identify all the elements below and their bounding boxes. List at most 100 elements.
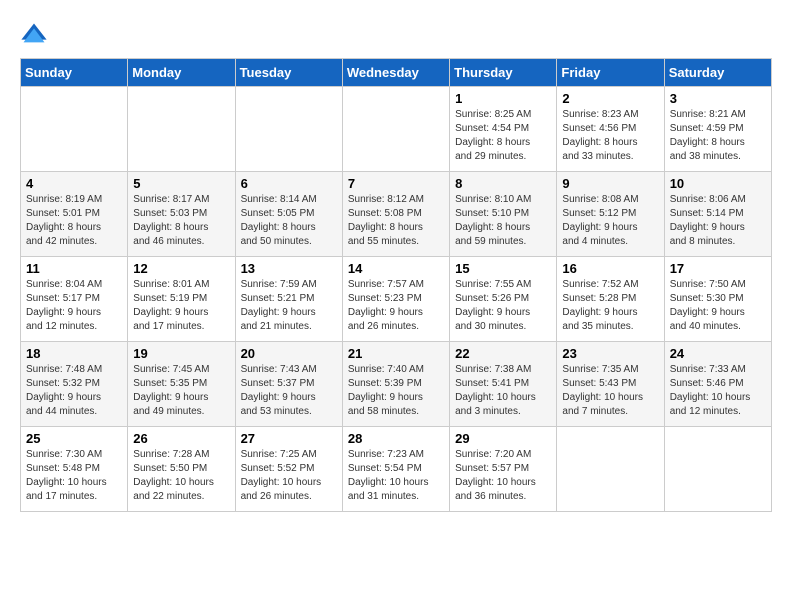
day-number: 9: [562, 176, 658, 191]
calendar-cell: [664, 427, 771, 512]
calendar-cell: 15Sunrise: 7:55 AM Sunset: 5:26 PM Dayli…: [450, 257, 557, 342]
calendar-cell: 22Sunrise: 7:38 AM Sunset: 5:41 PM Dayli…: [450, 342, 557, 427]
calendar-week-row: 18 Sunrise: 7:48 AM Sunset: 5:32 PM Dayli…: [21, 342, 772, 427]
calendar-cell: 12 Sunrise: 8:01 AM Sunset: 5:19 PM Dayli…: [128, 257, 235, 342]
day-number: 15: [455, 261, 551, 276]
calendar-cell: 19 Sunrise: 7:45 AM Sunset: 5:35 PM Dayli…: [128, 342, 235, 427]
calendar-cell: 25Sunrise: 7:30 AM Sunset: 5:48 PM Dayli…: [21, 427, 128, 512]
day-number: 19: [133, 346, 229, 361]
calendar-cell: [128, 87, 235, 172]
calendar-cell: 26 Sunrise: 7:28 AM Sunset: 5:50 PM Dayli…: [128, 427, 235, 512]
day-number: 10: [670, 176, 766, 191]
day-number: 20: [241, 346, 337, 361]
day-info: Sunrise: 7:40 AM Sunset: 5:39 PM Dayligh…: [348, 363, 444, 419]
calendar-cell: 24 Sunrise: 7:33 AM Sunset: 5:46 PM Dayli…: [664, 342, 771, 427]
day-info: Sunrise: 7:33 AM Sunset: 5:46 PM Dayligh…: [670, 363, 766, 419]
day-number: 26: [133, 431, 229, 446]
day-number: 4: [26, 176, 122, 191]
calendar-cell: 17 Sunrise: 7:50 AM Sunset: 5:30 PM Dayli…: [664, 257, 771, 342]
day-info: Sunrise: 8:04 AM Sunset: 5:17 PM Dayligh…: [26, 278, 122, 334]
calendar-week-row: 4 Sunrise: 8:19 AM Sunset: 5:01 PM Daylig…: [21, 172, 772, 257]
day-number: 14: [348, 261, 444, 276]
calendar-cell: [557, 427, 664, 512]
calendar-cell: 4 Sunrise: 8:19 AM Sunset: 5:01 PM Daylig…: [21, 172, 128, 257]
day-info: Sunrise: 8:19 AM Sunset: 5:01 PM Dayligh…: [26, 193, 122, 249]
day-info: Sunrise: 7:45 AM Sunset: 5:35 PM Dayligh…: [133, 363, 229, 419]
calendar-cell: 29 Sunrise: 7:20 AM Sunset: 5:57 PM Dayli…: [450, 427, 557, 512]
day-number: 12: [133, 261, 229, 276]
day-info: Sunrise: 8:06 AM Sunset: 5:14 PM Dayligh…: [670, 193, 766, 249]
calendar-cell: 6 Sunrise: 8:14 AM Sunset: 5:05 PM Daylig…: [235, 172, 342, 257]
column-header-tuesday: Tuesday: [235, 59, 342, 87]
day-info: Sunrise: 7:57 AM Sunset: 5:23 PM Dayligh…: [348, 278, 444, 334]
day-info: Sunrise: 8:21 AM Sunset: 4:59 PM Dayligh…: [670, 108, 766, 164]
calendar-cell: 11 Sunrise: 8:04 AM Sunset: 5:17 PM Dayli…: [21, 257, 128, 342]
calendar-cell: 10 Sunrise: 8:06 AM Sunset: 5:14 PM Dayli…: [664, 172, 771, 257]
day-number: 11: [26, 261, 122, 276]
day-number: 27: [241, 431, 337, 446]
day-info: Sunrise: 7:25 AM Sunset: 5:52 PM Dayligh…: [241, 448, 337, 504]
day-info: Sunrise: 7:23 AM Sunset: 5:54 PM Dayligh…: [348, 448, 444, 504]
calendar-cell: 9Sunrise: 8:08 AM Sunset: 5:12 PM Daylig…: [557, 172, 664, 257]
day-number: 21: [348, 346, 444, 361]
calendar-cell: 27 Sunrise: 7:25 AM Sunset: 5:52 PM Dayli…: [235, 427, 342, 512]
calendar-cell: 18 Sunrise: 7:48 AM Sunset: 5:32 PM Dayli…: [21, 342, 128, 427]
calendar-cell: [342, 87, 449, 172]
calendar-cell: 20 Sunrise: 7:43 AM Sunset: 5:37 PM Dayli…: [235, 342, 342, 427]
day-info: Sunrise: 7:48 AM Sunset: 5:32 PM Dayligh…: [26, 363, 122, 419]
calendar-cell: 5 Sunrise: 8:17 AM Sunset: 5:03 PM Daylig…: [128, 172, 235, 257]
day-number: 29: [455, 431, 551, 446]
calendar-cell: 28 Sunrise: 7:23 AM Sunset: 5:54 PM Dayli…: [342, 427, 449, 512]
column-header-friday: Friday: [557, 59, 664, 87]
day-info: Sunrise: 7:28 AM Sunset: 5:50 PM Dayligh…: [133, 448, 229, 504]
day-number: 6: [241, 176, 337, 191]
day-info: Sunrise: 8:23 AM Sunset: 4:56 PM Dayligh…: [562, 108, 658, 164]
calendar-cell: 1 Sunrise: 8:25 AM Sunset: 4:54 PM Daylig…: [450, 87, 557, 172]
calendar-header-row: SundayMondayTuesdayWednesdayThursdayFrid…: [21, 59, 772, 87]
column-header-sunday: Sunday: [21, 59, 128, 87]
calendar-cell: 14 Sunrise: 7:57 AM Sunset: 5:23 PM Dayli…: [342, 257, 449, 342]
calendar-table: SundayMondayTuesdayWednesdayThursdayFrid…: [20, 58, 772, 512]
day-number: 28: [348, 431, 444, 446]
calendar-week-row: 25Sunrise: 7:30 AM Sunset: 5:48 PM Dayli…: [21, 427, 772, 512]
calendar-cell: 2 Sunrise: 8:23 AM Sunset: 4:56 PM Daylig…: [557, 87, 664, 172]
calendar-cell: [235, 87, 342, 172]
day-info: Sunrise: 8:10 AM Sunset: 5:10 PM Dayligh…: [455, 193, 551, 249]
day-number: 16: [562, 261, 658, 276]
day-info: Sunrise: 7:20 AM Sunset: 5:57 PM Dayligh…: [455, 448, 551, 504]
day-number: 13: [241, 261, 337, 276]
day-number: 2: [562, 91, 658, 106]
day-number: 1: [455, 91, 551, 106]
day-info: Sunrise: 7:59 AM Sunset: 5:21 PM Dayligh…: [241, 278, 337, 334]
day-info: Sunrise: 7:35 AM Sunset: 5:43 PM Dayligh…: [562, 363, 658, 419]
column-header-thursday: Thursday: [450, 59, 557, 87]
calendar-cell: 7Sunrise: 8:12 AM Sunset: 5:08 PM Daylig…: [342, 172, 449, 257]
calendar-cell: [21, 87, 128, 172]
day-info: Sunrise: 8:01 AM Sunset: 5:19 PM Dayligh…: [133, 278, 229, 334]
logo-icon: [20, 20, 48, 48]
day-info: Sunrise: 7:52 AM Sunset: 5:28 PM Dayligh…: [562, 278, 658, 334]
day-info: Sunrise: 8:17 AM Sunset: 5:03 PM Dayligh…: [133, 193, 229, 249]
day-info: Sunrise: 7:38 AM Sunset: 5:41 PM Dayligh…: [455, 363, 551, 419]
column-header-saturday: Saturday: [664, 59, 771, 87]
calendar-week-row: 1 Sunrise: 8:25 AM Sunset: 4:54 PM Daylig…: [21, 87, 772, 172]
day-number: 18: [26, 346, 122, 361]
calendar-cell: 13 Sunrise: 7:59 AM Sunset: 5:21 PM Dayli…: [235, 257, 342, 342]
day-info: Sunrise: 7:30 AM Sunset: 5:48 PM Dayligh…: [26, 448, 122, 504]
day-info: Sunrise: 8:14 AM Sunset: 5:05 PM Dayligh…: [241, 193, 337, 249]
day-info: Sunrise: 8:12 AM Sunset: 5:08 PM Dayligh…: [348, 193, 444, 249]
day-info: Sunrise: 7:43 AM Sunset: 5:37 PM Dayligh…: [241, 363, 337, 419]
day-number: 17: [670, 261, 766, 276]
calendar-week-row: 11 Sunrise: 8:04 AM Sunset: 5:17 PM Dayli…: [21, 257, 772, 342]
calendar-cell: 8 Sunrise: 8:10 AM Sunset: 5:10 PM Daylig…: [450, 172, 557, 257]
column-header-monday: Monday: [128, 59, 235, 87]
day-info: Sunrise: 7:50 AM Sunset: 5:30 PM Dayligh…: [670, 278, 766, 334]
day-info: Sunrise: 8:25 AM Sunset: 4:54 PM Dayligh…: [455, 108, 551, 164]
column-header-wednesday: Wednesday: [342, 59, 449, 87]
logo: [20, 20, 52, 48]
calendar-cell: 23Sunrise: 7:35 AM Sunset: 5:43 PM Dayli…: [557, 342, 664, 427]
calendar-cell: 16 Sunrise: 7:52 AM Sunset: 5:28 PM Dayli…: [557, 257, 664, 342]
day-number: 24: [670, 346, 766, 361]
day-number: 5: [133, 176, 229, 191]
day-number: 8: [455, 176, 551, 191]
